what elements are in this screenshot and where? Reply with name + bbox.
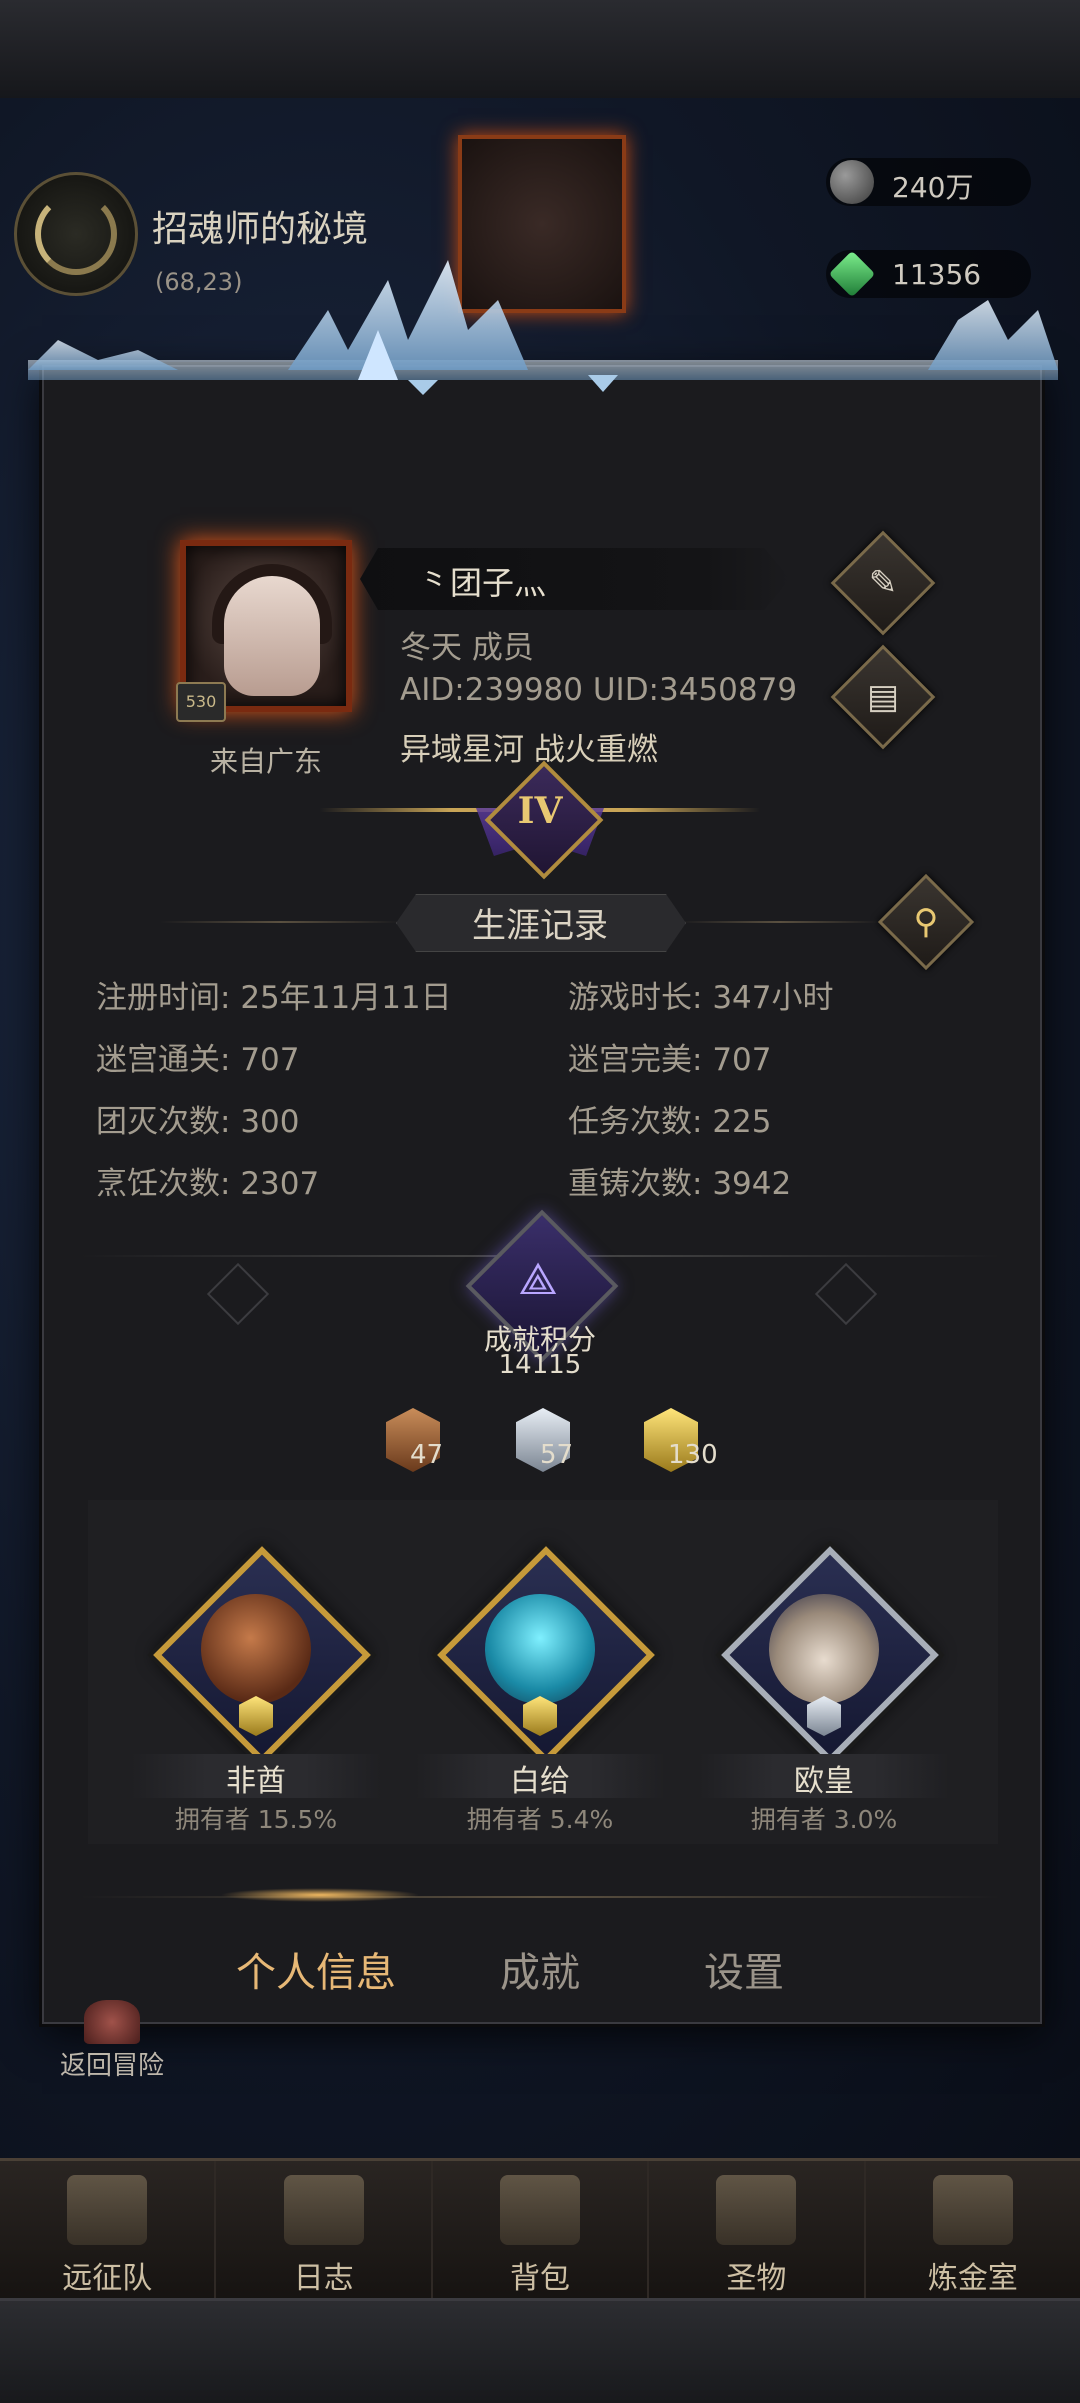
bottom-frame (0, 2298, 1080, 2403)
alchemy-icon (932, 2175, 1013, 2245)
tab-divider (80, 1896, 1000, 1898)
avatar-level-badge: 530 (176, 682, 226, 722)
achievement-name: 非酋 (226, 1764, 286, 1799)
bottom-navigation: 远征队 日志 背包 圣物 炼金室 (0, 2158, 1080, 2301)
green-gem-icon (828, 250, 876, 298)
stat-maze-perfect: 迷宫完美: 707 (568, 1042, 772, 1078)
location-name: 招魂师的秘境 (152, 209, 369, 250)
nav-relics[interactable]: 圣物 (649, 2161, 866, 2301)
guild-info: 冬天 成员 (400, 630, 534, 666)
rank-level: IV (517, 790, 563, 832)
resource-gem-value: 11356 (892, 258, 982, 291)
return-adventure-icon[interactable] (84, 2000, 140, 2044)
tab-achievements[interactable]: 成就 (500, 1940, 580, 1998)
stat-maze-clear: 迷宫通关: 707 (96, 1042, 300, 1078)
tab-settings[interactable]: 设置 (704, 1940, 784, 1998)
stat-cooking: 烹饪次数: 2307 (96, 1166, 320, 1202)
achievement-name: 欧皇 (794, 1764, 854, 1799)
hero-portrait-background (458, 135, 626, 313)
location-portal-icon[interactable] (14, 172, 138, 296)
triangle-star-icon: ⟁ (518, 1254, 558, 1305)
nav-alchemy[interactable]: 炼金室 (866, 2161, 1080, 2301)
quill-icon: ✎ (868, 563, 898, 603)
top-frame (0, 0, 1080, 101)
magnifier-icon: ⚲ (913, 902, 939, 942)
tab-personal-info[interactable]: 个人信息 (236, 1940, 396, 1998)
nav-label: 远征队 (62, 2261, 153, 2296)
crowned-king-icon (769, 1594, 879, 1704)
tribal-warrior-icon (201, 1594, 311, 1704)
document-icon: ▤ (866, 677, 900, 717)
nav-backpack[interactable]: 背包 (433, 2161, 650, 2301)
return-adventure-button[interactable]: 返回冒险 (52, 2045, 172, 2082)
player-name: ⺀团子灬 (418, 564, 547, 602)
resource-gem[interactable]: 11356 (826, 250, 1031, 298)
nav-label: 炼金室 (927, 2261, 1018, 2296)
stat-team-wipes: 团灭次数: 300 (96, 1104, 300, 1140)
achievement-score-value: 14115 (498, 1350, 582, 1380)
nav-expedition[interactable]: 远征队 (0, 2161, 217, 2301)
stat-quests: 任务次数: 225 (568, 1104, 772, 1140)
achievement-name: 白给 (510, 1764, 570, 1799)
player-ids: AID:239980 UID:3450879 (400, 672, 798, 708)
career-title: 生涯记录 (472, 906, 608, 946)
achievement-owner-rate: 拥有者 5.4% (466, 1805, 614, 1834)
nav-label: 背包 (510, 2261, 571, 2296)
ghost-icon (485, 1594, 595, 1704)
location-coords: (68,23) (155, 268, 243, 296)
bronze-medal-count: 47 (410, 1440, 444, 1470)
player-avatar[interactable]: 530 (176, 540, 352, 722)
stat-play-time: 游戏时长: 347小时 (568, 980, 834, 1016)
server-info: 异域星河 战火重燃 (400, 732, 658, 768)
stat-register-time: 注册时间: 25年11月11日 (96, 980, 452, 1016)
scroll-icon (283, 2175, 364, 2245)
achievement-owner-rate: 拥有者 3.0% (750, 1805, 898, 1834)
chalice-icon (716, 2175, 797, 2245)
player-origin: 来自广东 (209, 745, 322, 778)
stat-reforge: 重铸次数: 3942 (568, 1166, 792, 1202)
gold-medal-count: 130 (668, 1440, 718, 1470)
resource-stone-value: 240万 (892, 171, 974, 204)
helmet-icon (67, 2175, 148, 2245)
silver-medal-count: 57 (540, 1440, 574, 1470)
resource-stone[interactable]: 240万 (826, 158, 1031, 206)
active-tab-glow (220, 1888, 420, 1902)
nav-label: 圣物 (726, 2261, 787, 2296)
stone-icon (830, 160, 874, 204)
achievement-owner-rate: 拥有者 15.5% (174, 1805, 338, 1834)
nav-log[interactable]: 日志 (216, 2161, 433, 2301)
nav-label: 日志 (293, 2261, 354, 2296)
bag-icon (500, 2175, 581, 2245)
